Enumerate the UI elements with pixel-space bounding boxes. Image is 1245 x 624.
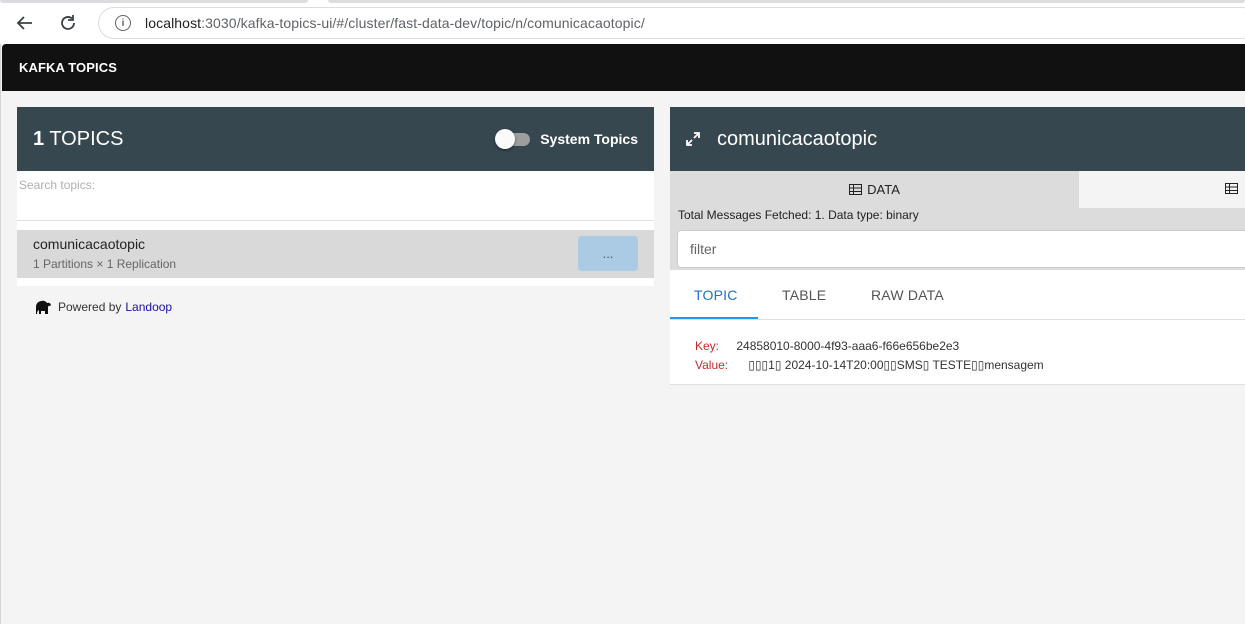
topic-list: comunicacaotopic 1 Partitions × 1 Replic… [17, 221, 654, 286]
table-icon [1225, 183, 1238, 194]
topic-list-item[interactable]: comunicacaotopic 1 Partitions × 1 Replic… [17, 230, 654, 278]
info-icon[interactable]: i [115, 15, 131, 31]
filter-wrap [670, 230, 1245, 270]
value-value: ▯▯▯1▯ 2024-10-14T20:00▯▯SMS▯ TESTE▯▯mens… [748, 358, 1044, 372]
powered-by: Powered by Landoop [33, 297, 172, 317]
topic-detail-header: comunicacaotopic [670, 107, 1245, 171]
topics-panel: 1 TOPICS System Topics comunicacaotopic … [17, 107, 654, 286]
topics-header: 1 TOPICS System Topics [17, 107, 654, 171]
tab-table[interactable]: TABLE [782, 270, 826, 320]
app-container: KAFKA TOPICS 1 TOPICS System Topics comu… [0, 44, 1245, 624]
topics-count: 1 TOPICS [33, 127, 124, 150]
filter-input[interactable] [677, 230, 1245, 268]
url-text[interactable]: localhost:3030/kafka-topics-ui/#/cluster… [145, 15, 645, 31]
active-tab-indicator [670, 317, 758, 319]
tab-data[interactable]: DATA [670, 171, 1079, 208]
key-label: Key: [695, 339, 720, 353]
topic-title: comunicacaotopic [717, 127, 878, 150]
message-value-row: Value: ▯▯▯1▯ 2024-10-14T20:00▯▯SMS▯ TEST… [695, 358, 1044, 372]
reload-button[interactable] [52, 8, 84, 38]
search-box [17, 171, 654, 221]
landoop-link[interactable]: Landoop [125, 300, 172, 314]
elephant-logo-icon [36, 300, 51, 314]
expand-icon[interactable] [686, 132, 700, 146]
message-key-row: Key: 24858010-8000-4f93-aaa6-f66e656be2e… [695, 339, 959, 353]
tab-topic[interactable]: TOPIC [694, 270, 738, 320]
toggle-switch[interactable] [495, 129, 531, 149]
system-topics-label: System Topics [540, 131, 638, 147]
table-icon [849, 184, 863, 195]
app-title[interactable]: KAFKA TOPICS [19, 60, 117, 75]
tab-config[interactable] [1079, 171, 1245, 208]
reload-icon [61, 15, 75, 30]
tab-raw-data[interactable]: RAW DATA [871, 270, 944, 320]
app-header: KAFKA TOPICS [2, 44, 1245, 91]
topic-menu-button[interactable]: ... [578, 236, 638, 271]
tab-strip [0, 0, 1245, 4]
message-item: Key: 24858010-8000-4f93-aaa6-f66e656be2e… [670, 320, 1245, 385]
topic-name[interactable]: comunicacaotopic [33, 236, 145, 252]
fetch-info: Total Messages Fetched: 1. Data type: bi… [670, 208, 1245, 230]
search-input[interactable] [19, 177, 619, 193]
view-tabs: DATA [670, 171, 1245, 208]
address-bar[interactable]: i localhost:3030/kafka-topics-ui/#/clust… [98, 7, 1245, 39]
browser-toolbar: i localhost:3030/kafka-topics-ui/#/clust… [0, 0, 1245, 44]
window-edge [0, 44, 1, 624]
back-button[interactable] [9, 8, 41, 38]
system-topics-toggle[interactable]: System Topics [495, 129, 638, 149]
value-label: Value: [695, 358, 729, 372]
key-value: 24858010-8000-4f93-aaa6-f66e656be2e3 [736, 339, 960, 353]
topic-meta: 1 Partitions × 1 Replication [33, 257, 177, 271]
sub-tabs: TOPIC TABLE RAW DATA [670, 270, 1245, 320]
topic-detail-panel: comunicacaotopic DATA Total Messages Fet… [670, 107, 1245, 385]
arrow-left-icon [16, 16, 32, 30]
